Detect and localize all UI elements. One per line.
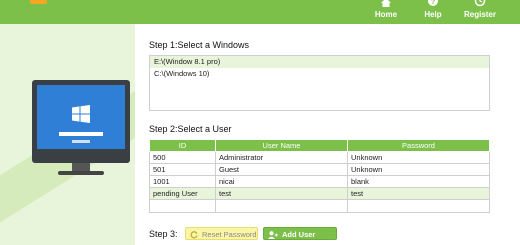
help-icon: ? bbox=[428, 0, 438, 6]
monitor-screen bbox=[37, 85, 125, 149]
illustration-panel bbox=[0, 24, 135, 245]
cell-empty bbox=[215, 199, 348, 213]
table-row[interactable]: 501 Guest Unknown bbox=[149, 163, 490, 176]
windows-list[interactable]: E:\(Window 8.1 pro) C:\(Windows 10) bbox=[149, 55, 490, 111]
cell-id: 501 bbox=[149, 163, 216, 176]
windows-list-item[interactable]: C:\(Windows 10) bbox=[150, 68, 489, 80]
cell-username: Guest bbox=[215, 163, 348, 176]
main-content: Step 1:Select a Windows E:\(Window 8.1 p… bbox=[135, 24, 520, 245]
login-bar bbox=[72, 140, 90, 143]
table-row[interactable]: 1001 nicai blank bbox=[149, 175, 490, 188]
add-user-icon bbox=[268, 231, 278, 240]
windows-logo-icon bbox=[72, 105, 90, 123]
top-bar: Home ? Help Register bbox=[0, 0, 520, 24]
monitor-base bbox=[58, 171, 104, 175]
home-label: Home bbox=[374, 10, 398, 19]
table-row-selected[interactable]: pending User test test bbox=[149, 187, 490, 200]
cell-username: nicai bbox=[215, 175, 348, 188]
step2-title: Step 2:Select a User bbox=[149, 124, 232, 134]
cell-empty bbox=[347, 199, 490, 213]
column-header-username[interactable]: User Name bbox=[215, 139, 348, 152]
step3-title: Step 3: bbox=[149, 229, 178, 239]
cell-username: Administrator bbox=[215, 151, 348, 164]
cell-id: pending User bbox=[149, 187, 216, 200]
users-table: ID User Name Password 500 Administrator … bbox=[149, 139, 490, 213]
home-button[interactable]: Home bbox=[371, 0, 401, 22]
app-logo bbox=[30, 0, 47, 4]
cell-id: 500 bbox=[149, 151, 216, 164]
register-icon bbox=[474, 0, 486, 7]
cell-password: blank bbox=[347, 175, 490, 188]
step1-title: Step 1:Select a Windows bbox=[149, 40, 250, 50]
add-user-label: Add User bbox=[282, 230, 316, 239]
refresh-icon bbox=[190, 231, 198, 239]
cell-username: test bbox=[215, 187, 348, 200]
table-row[interactable]: 500 Administrator Unknown bbox=[149, 151, 490, 164]
users-table-header: ID User Name Password bbox=[149, 139, 490, 152]
windows-list-item[interactable]: E:\(Window 8.1 pro) bbox=[150, 56, 489, 68]
reset-password-label: Reset Password bbox=[202, 230, 257, 239]
table-row-empty bbox=[149, 199, 490, 213]
cell-password: test bbox=[347, 187, 490, 200]
cell-id: 1001 bbox=[149, 175, 216, 188]
register-label: Register bbox=[463, 10, 496, 19]
monitor-illustration bbox=[32, 80, 130, 163]
register-button[interactable]: Register bbox=[462, 0, 498, 22]
cell-empty bbox=[149, 199, 216, 213]
cell-password: Unknown bbox=[347, 163, 490, 176]
home-icon bbox=[381, 0, 391, 7]
monitor-stand bbox=[72, 163, 90, 171]
help-label: Help bbox=[424, 10, 442, 19]
add-user-button[interactable]: Add User bbox=[263, 227, 337, 240]
column-header-password[interactable]: Password bbox=[347, 139, 490, 152]
svg-text:?: ? bbox=[431, 0, 435, 6]
reset-password-button[interactable]: Reset Password bbox=[185, 227, 258, 240]
password-bar bbox=[59, 132, 103, 136]
help-button[interactable]: ? Help bbox=[420, 0, 446, 22]
column-header-id[interactable]: ID bbox=[149, 139, 216, 152]
cell-password: Unknown bbox=[347, 151, 490, 164]
